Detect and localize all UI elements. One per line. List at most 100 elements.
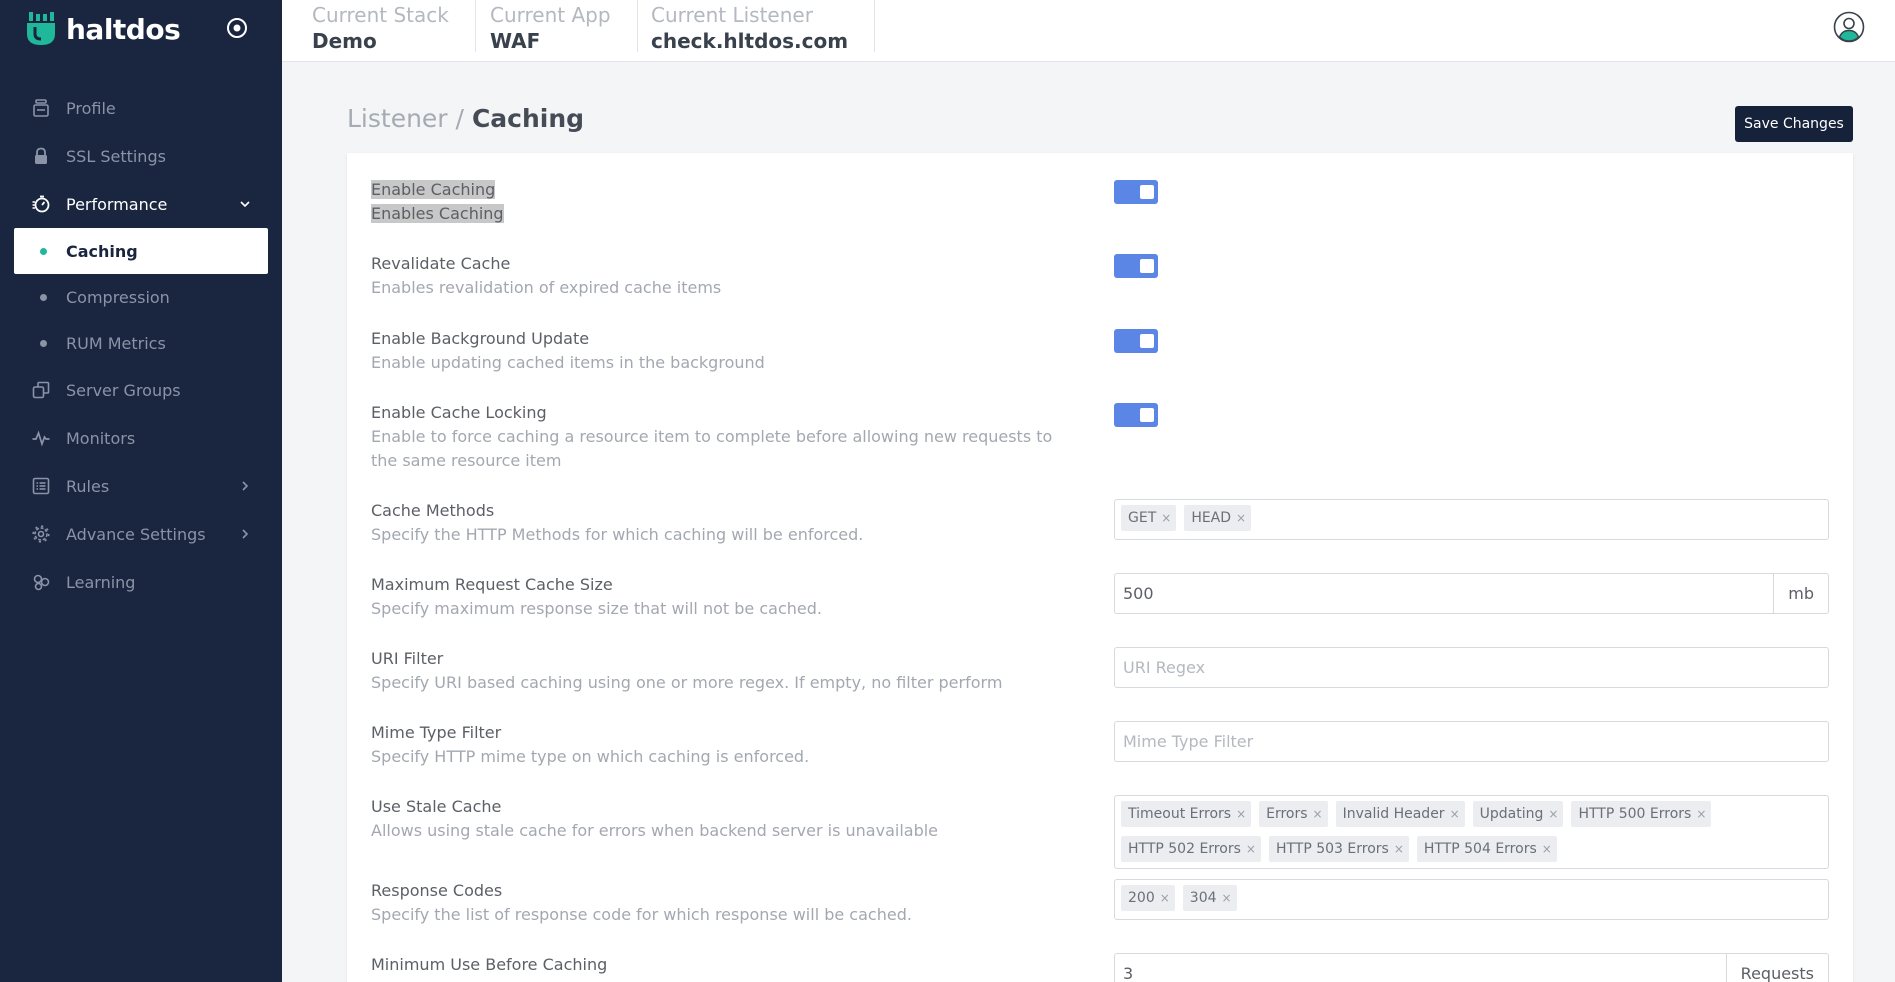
- max-cache-size-input[interactable]: [1115, 574, 1780, 613]
- current-app-value: WAF: [490, 29, 541, 53]
- brand-name: haltdos: [66, 12, 181, 46]
- sidebar-nav: Profile SSL Settings Performance Caching…: [0, 84, 282, 606]
- remove-tag-icon[interactable]: ×: [1161, 511, 1171, 525]
- lock-icon: [32, 147, 50, 165]
- max-cache-size-desc: Specify maximum response size that will …: [371, 599, 822, 618]
- uri-filter-field: [1114, 647, 1829, 688]
- remove-tag-icon[interactable]: ×: [1160, 891, 1170, 905]
- enable-caching-toggle[interactable]: [1114, 180, 1158, 204]
- max-cache-size-label: Maximum Request Cache Size: [371, 575, 613, 594]
- remove-tag-icon[interactable]: ×: [1222, 891, 1232, 905]
- tag-chip: Invalid Header ×: [1335, 801, 1465, 827]
- remove-tag-icon[interactable]: ×: [1394, 842, 1404, 856]
- sidebar-item-ssl-settings[interactable]: SSL Settings: [0, 132, 282, 180]
- top-bar: Current Stack Demo Current App WAF Curre…: [282, 0, 1895, 62]
- gear-icon: [32, 525, 50, 543]
- tag-chip: HEAD ×: [1184, 505, 1252, 531]
- remove-tag-icon[interactable]: ×: [1236, 807, 1246, 821]
- chevron-right-icon: [242, 481, 249, 491]
- brand-logo[interactable]: haltdos: [26, 12, 181, 46]
- tag-chip: HTTP 500 Errors ×: [1571, 801, 1712, 827]
- sidebar-item-label: SSL Settings: [66, 146, 166, 166]
- current-stack-label: Current Stack: [312, 3, 449, 27]
- stale-cache-tag-input[interactable]: Timeout Errors × Errors × Invalid Header × …: [1114, 795, 1829, 869]
- remove-tag-icon[interactable]: ×: [1696, 807, 1706, 821]
- current-stack-selector[interactable]: Current Stack Demo: [282, 0, 476, 53]
- background-update-toggle[interactable]: [1114, 329, 1158, 353]
- cache-locking-label: Enable Cache Locking: [371, 403, 547, 422]
- sidebar-item-label: Performance: [66, 194, 168, 214]
- sidebar-item-performance[interactable]: Performance: [0, 180, 282, 228]
- active-dot-icon: [40, 248, 47, 255]
- remove-tag-icon[interactable]: ×: [1313, 807, 1323, 821]
- sidebar-subitem-caching[interactable]: Caching: [14, 228, 268, 274]
- sidebar-item-label: Server Groups: [66, 380, 181, 400]
- uri-filter-label: URI Filter: [371, 649, 444, 668]
- sidebar-subitem-rum-metrics[interactable]: RUM Metrics: [0, 320, 282, 366]
- breadcrumb-separator: /: [455, 104, 464, 133]
- sidebar-subitem-compression[interactable]: Compression: [0, 274, 282, 320]
- revalidate-cache-toggle[interactable]: [1114, 254, 1158, 278]
- current-listener-value: check.hltdos.com: [651, 29, 849, 53]
- remove-tag-icon[interactable]: ×: [1542, 842, 1552, 856]
- tag-chip: 200 ×: [1121, 885, 1175, 911]
- toggle-knob: [1140, 259, 1154, 273]
- enable-caching-label: Enable Caching: [371, 180, 496, 199]
- breadcrumb: Listener / Caching: [347, 104, 584, 133]
- response-codes-desc: Specify the list of response code for wh…: [371, 905, 912, 924]
- uri-filter-input[interactable]: [1115, 648, 1828, 687]
- tag-chip: GET ×: [1121, 505, 1177, 531]
- current-app-selector[interactable]: Current App WAF: [460, 0, 638, 53]
- sidebar-subitem-label: Caching: [66, 241, 138, 261]
- min-use-input[interactable]: [1115, 954, 1735, 982]
- sidebar-item-learning[interactable]: Learning: [0, 558, 282, 606]
- sidebar-item-label: Advance Settings: [66, 524, 206, 544]
- remove-tag-icon[interactable]: ×: [1450, 807, 1460, 821]
- sidebar-item-rules[interactable]: Rules: [0, 462, 282, 510]
- cache-locking-toggle[interactable]: [1114, 403, 1158, 427]
- chevron-down-icon: [240, 201, 250, 208]
- learning-icon: [32, 573, 50, 591]
- max-cache-size-unit: mb: [1773, 574, 1828, 613]
- sidebar-item-label: Profile: [66, 98, 116, 118]
- page-title: Caching: [471, 104, 585, 133]
- dot-icon: [40, 340, 47, 347]
- uri-filter-desc: Specify URI based caching using one or m…: [371, 673, 1003, 692]
- cache-methods-desc: Specify the HTTP Methods for which cachi…: [371, 525, 864, 544]
- tag-chip: HTTP 503 Errors ×: [1268, 835, 1409, 862]
- sidebar-item-profile[interactable]: Profile: [0, 84, 282, 132]
- save-changes-button[interactable]: Save Changes: [1735, 106, 1853, 142]
- sidebar-item-monitors[interactable]: Monitors: [0, 414, 282, 462]
- stale-cache-label: Use Stale Cache: [371, 797, 502, 816]
- mime-filter-input[interactable]: [1115, 722, 1828, 761]
- sidebar-item-advance-settings[interactable]: Advance Settings: [0, 510, 282, 558]
- enable-caching-desc: Enables Caching: [371, 204, 504, 223]
- current-listener-selector[interactable]: Current Listener check.hltdos.com: [621, 0, 876, 53]
- mime-filter-label: Mime Type Filter: [371, 723, 502, 742]
- cache-methods-tag-input[interactable]: GET × HEAD ×: [1114, 499, 1829, 540]
- pulse-icon: [32, 429, 50, 447]
- sidebar-item-server-groups[interactable]: Server Groups: [0, 366, 282, 414]
- current-stack-value: Demo: [312, 29, 377, 53]
- response-codes-label: Response Codes: [371, 881, 503, 900]
- max-cache-size-field: mb: [1114, 573, 1829, 614]
- background-update-desc: Enable updating cached items in the back…: [371, 353, 765, 372]
- haltdos-logo-icon: [27, 12, 55, 45]
- sidebar: haltdos Profile SSL Settings Performance: [0, 0, 282, 982]
- chevron-right-icon: [242, 529, 249, 539]
- remove-tag-icon[interactable]: ×: [1246, 842, 1256, 856]
- tag-chip: Timeout Errors ×: [1121, 801, 1252, 827]
- remove-tag-icon[interactable]: ×: [1548, 807, 1558, 821]
- current-listener-label: Current Listener: [651, 3, 813, 27]
- response-codes-tag-input[interactable]: 200 × 304 ×: [1114, 879, 1829, 920]
- user-avatar-icon[interactable]: [1833, 11, 1865, 43]
- collapse-sidebar-icon[interactable]: [226, 17, 248, 39]
- tag-chip: 304 ×: [1182, 885, 1237, 911]
- breadcrumb-parent[interactable]: Listener: [347, 104, 448, 133]
- performance-icon: [32, 195, 50, 213]
- min-use-field: Requests: [1114, 953, 1829, 982]
- remove-tag-icon[interactable]: ×: [1236, 511, 1246, 525]
- cache-methods-label: Cache Methods: [371, 501, 495, 520]
- toggle-knob: [1140, 334, 1154, 348]
- tag-chip: Errors ×: [1259, 801, 1328, 827]
